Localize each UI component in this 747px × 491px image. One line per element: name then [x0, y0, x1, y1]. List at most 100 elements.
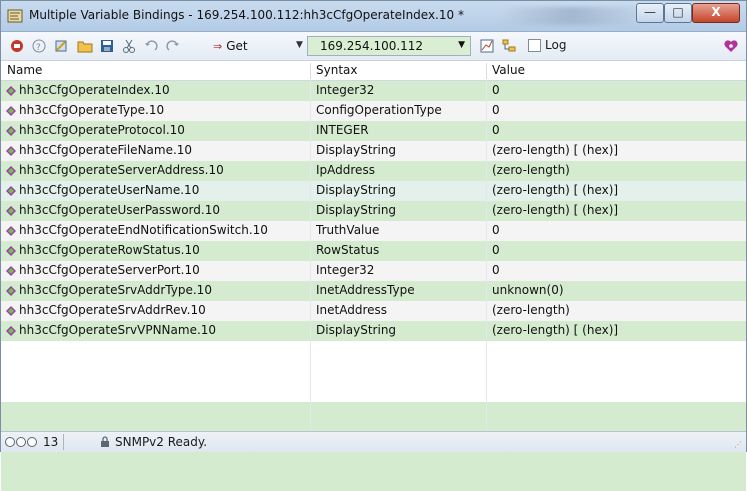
mib-browser-window: Multiple Variable Bindings - 169.254.100…	[0, 0, 747, 491]
cell-syntax: IpAddress	[316, 163, 375, 177]
table-row[interactable]: hh3cCfgOperateServerAddress.10 IpAddress (…	[1, 161, 746, 181]
get-arrow-icon: ⇒	[213, 40, 223, 53]
table-row[interactable]: hh3cCfgOperateRowStatus.10 RowStatus 0	[1, 241, 746, 261]
table-row[interactable]: hh3cCfgOperateIndex.10 Integer32 0	[1, 81, 746, 101]
help-icon[interactable]: ?	[31, 38, 47, 54]
title-bar[interactable]: Multiple Variable Bindings - 169.254.100…	[1, 1, 746, 32]
table-row[interactable]: hh3cCfgOperateUserPassword.10 DisplayStri…	[1, 201, 746, 221]
leaf-node-icon	[6, 226, 16, 236]
cell-value[interactable]: 0	[492, 103, 500, 117]
status-indicator-icon	[27, 437, 37, 447]
leaf-node-icon	[6, 306, 16, 316]
agent-address-combobox[interactable]: 169.254.100.112 ▼	[307, 36, 471, 56]
minimize-button[interactable]: —	[636, 3, 664, 23]
leaf-node-icon	[6, 106, 16, 116]
leaf-node-icon	[6, 146, 16, 156]
table-row[interactable]: hh3cCfgOperateServerPort.10 Integer32 0	[1, 261, 746, 281]
leaf-node-icon	[6, 86, 16, 96]
table-row[interactable]: hh3cCfgOperateSrvAddrRev.10 InetAddress (z…	[1, 301, 746, 321]
tree-icon[interactable]	[501, 38, 517, 54]
log-label: Log	[545, 38, 567, 52]
cell-name: hh3cCfgOperateFileName.10	[19, 143, 193, 157]
mib-browser-icon	[7, 9, 23, 23]
cell-value[interactable]: (zero-length) [ (hex)]	[492, 323, 618, 337]
status-indicator-icon	[16, 437, 26, 447]
blurred-title-segment	[501, 7, 641, 25]
column-header-name[interactable]: Name	[7, 63, 42, 77]
variable-bindings-table: Name Syntax Value hh3cCfgOperateIndex.10…	[1, 61, 746, 491]
cell-syntax: InetAddress	[316, 303, 388, 317]
open-folder-icon[interactable]	[77, 38, 93, 54]
cell-name: hh3cCfgOperateSrvAddrType.10	[19, 283, 212, 297]
table-row[interactable]: hh3cCfgOperateProtocol.10 INTEGER 0	[1, 121, 746, 141]
row-count: 13	[43, 435, 59, 449]
table-row[interactable]: hh3cCfgOperateSrvAddrType.10 InetAddressT…	[1, 281, 746, 301]
log-checkbox[interactable]	[528, 39, 541, 52]
table-row[interactable]: hh3cCfgOperateSrvVPNName.10 DisplayString…	[1, 321, 746, 341]
window-title: Multiple Variable Bindings - 169.254.100…	[29, 8, 464, 22]
chart-icon[interactable]	[479, 38, 495, 54]
leaf-node-icon	[6, 326, 16, 336]
cell-value[interactable]: (zero-length) [ (hex)]	[492, 183, 618, 197]
cell-syntax: RowStatus	[316, 243, 380, 257]
column-divider[interactable]	[310, 63, 311, 79]
cell-value[interactable]: 0	[492, 263, 500, 277]
cell-name: hh3cCfgOperateProtocol.10	[19, 123, 185, 137]
cell-value[interactable]: (zero-length) [ (hex)]	[492, 143, 618, 157]
get-button-label: Get	[226, 39, 248, 53]
edit-icon[interactable]	[53, 38, 69, 54]
cell-value[interactable]: (zero-length)	[492, 163, 570, 177]
column-gridline	[310, 80, 311, 430]
lock-icon	[101, 436, 109, 447]
leaf-node-icon	[6, 246, 16, 256]
toolbar: ? ⇒ Get ▼ 169.254.100.112 ▼ Log	[1, 32, 746, 61]
column-header-value[interactable]: Value	[492, 63, 525, 77]
save-icon[interactable]	[99, 38, 115, 54]
cut-icon[interactable]	[121, 38, 137, 54]
table-row[interactable]: hh3cCfgOperateFileName.10 DisplayString (z…	[1, 141, 746, 161]
cell-name: hh3cCfgOperateEndNotificationSwitch.10	[19, 223, 268, 237]
redo-icon[interactable]	[165, 38, 181, 54]
cell-value[interactable]: (zero-length)	[492, 303, 570, 317]
maximize-button[interactable]: □	[664, 3, 692, 23]
column-gridline	[486, 80, 487, 430]
svg-text:?: ?	[36, 43, 41, 53]
cell-syntax: Integer32	[316, 83, 375, 97]
cell-name: hh3cCfgOperateType.10	[19, 103, 165, 117]
status-bar: 13 SNMPv2 Ready. ⋰	[1, 431, 746, 452]
close-button[interactable]: X	[692, 3, 740, 23]
status-divider	[63, 434, 64, 450]
chevron-down-icon[interactable]: ▼	[458, 40, 465, 50]
cell-value[interactable]: 0	[492, 83, 500, 97]
cell-syntax: DisplayString	[316, 143, 397, 157]
column-header-syntax[interactable]: Syntax	[316, 63, 357, 77]
undo-icon[interactable]	[143, 38, 159, 54]
table-row[interactable]: hh3cCfgOperateUserName.10 DisplayString (z…	[1, 181, 746, 201]
cell-name: hh3cCfgOperateUserName.10	[19, 183, 200, 197]
cell-syntax: InetAddressType	[316, 283, 415, 297]
cell-syntax: INTEGER	[316, 123, 369, 137]
stop-icon[interactable]	[9, 38, 25, 54]
resize-grip-icon[interactable]: ⋰	[734, 440, 742, 449]
operation-dropdown-caret-icon[interactable]: ▼	[296, 40, 303, 50]
leaf-node-icon	[6, 206, 16, 216]
table-row[interactable]: hh3cCfgOperateType.10 ConfigOperationType…	[1, 101, 746, 121]
table-row[interactable]: hh3cCfgOperateEndNotificationSwitch.10 Tr…	[1, 221, 746, 241]
cell-name: hh3cCfgOperateIndex.10	[19, 83, 170, 97]
cell-value[interactable]: 0	[492, 243, 500, 257]
cell-syntax: ConfigOperationType	[316, 103, 442, 117]
cell-syntax: TruthValue	[316, 223, 380, 237]
cell-name: hh3cCfgOperateSrvAddrRev.10	[19, 303, 206, 317]
leaf-node-icon	[6, 186, 16, 196]
column-divider[interactable]	[486, 63, 487, 79]
cell-value[interactable]: 0	[492, 123, 500, 137]
cell-value[interactable]: 0	[492, 223, 500, 237]
cell-value[interactable]: unknown(0)	[492, 283, 564, 297]
leaf-node-icon	[6, 126, 16, 136]
cell-syntax: Integer32	[316, 263, 375, 277]
cell-value[interactable]: (zero-length) [ (hex)]	[492, 203, 618, 217]
cell-name: hh3cCfgOperateSrvVPNName.10	[19, 323, 217, 337]
cell-syntax: DisplayString	[316, 323, 397, 337]
heart-icon[interactable]	[723, 38, 739, 54]
get-button[interactable]: ⇒ Get	[213, 37, 248, 55]
